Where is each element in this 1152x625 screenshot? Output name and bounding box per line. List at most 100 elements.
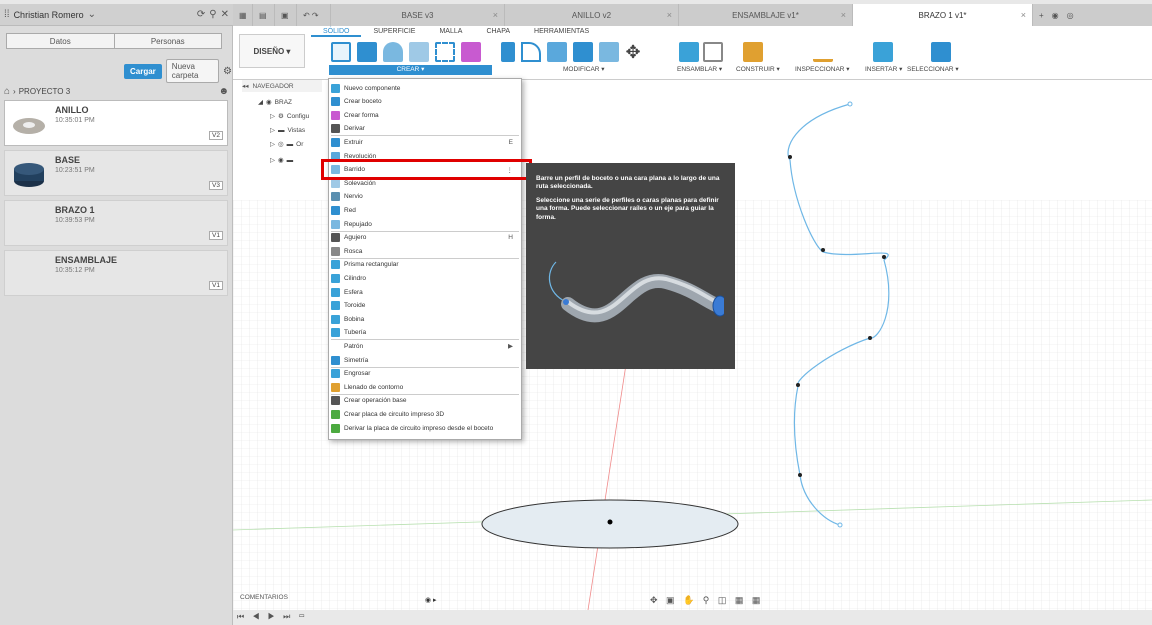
menu-item-patron[interactable]: Patrón ▶ [331,340,519,352]
select-dropdown[interactable]: SELECCIONAR ▾ [907,65,959,73]
expand-icon[interactable]: ▷ [270,140,275,148]
tab-chapa[interactable]: CHAPA [474,28,522,37]
browser-item-views[interactable]: ▷ ▬ Vistas [270,126,305,135]
menu-item-derivar[interactable]: Derivar [331,123,519,135]
close-icon[interactable]: × [841,10,846,20]
tab-anillo[interactable]: ANILLO v2 × [505,4,679,26]
menu-item-nuevo[interactable]: Nuevo componente [331,82,519,94]
offset-plane-icon[interactable] [743,42,763,62]
version-badge[interactable]: V1 [209,231,223,240]
menu-item-rosca[interactable]: Rosca [331,245,519,257]
new-sketch-icon[interactable] [331,42,351,62]
plus-icon[interactable]: + [1039,11,1044,20]
browser-item-sketches[interactable]: ▷ ◉ ▬ [270,156,293,165]
expand-icon[interactable]: ▷ [270,126,275,134]
menu-item-toroide[interactable]: Toroide [331,300,519,312]
close-icon[interactable]: × [1021,10,1026,20]
browser-item-origin[interactable]: ▷ ◎ ▬ Or [270,140,303,149]
online-icon[interactable]: ◉ [1052,11,1059,20]
pattern-icon[interactable] [435,42,455,62]
tab-brazo[interactable]: BRAZO 1 v1* × [853,4,1033,26]
comments-toggle-icon[interactable]: ◉ ▸ [425,596,437,604]
menu-item-esfera[interactable]: Esfera [331,286,519,298]
file-card-ensamblaje[interactable]: ENSAMBLAJE 10:35:12 PM V1 [4,250,228,296]
new-component-icon[interactable] [679,42,699,62]
menu-item-agujero[interactable]: Agujero H [331,232,519,244]
inspect-dropdown[interactable]: INSPECCIONAR ▾ [795,65,850,73]
menu-item-repujado[interactable]: Repujado [331,218,519,230]
home-icon[interactable]: ⌂ [4,86,10,97]
browser-item-settings[interactable]: ▷ ⚙ Configu [270,112,309,121]
new-folder-button[interactable]: Nueva carpeta [165,59,220,83]
eye-icon[interactable]: ◉ [266,98,272,106]
members-icon[interactable]: ☻ [218,86,229,97]
file-card-base[interactable]: BASE 10:23:51 PM V3 [4,150,228,196]
press-pull-icon[interactable] [501,42,515,62]
browser-header[interactable]: ◂◂ NAVEGADOR [242,80,322,92]
insert-image-icon[interactable] [873,42,893,62]
menu-item-crear[interactable]: Crear forma [331,109,519,121]
tab-malla[interactable]: MALLA [427,28,474,37]
extrude-icon[interactable] [357,42,377,62]
menu-item-cilindro[interactable]: Cilindro [331,272,519,284]
revolve-icon[interactable] [383,42,403,62]
chevron-down-icon[interactable]: ⌄ [88,9,96,20]
project-name[interactable]: PROYECTO 3 [19,87,70,96]
menu-item-nervio[interactable]: Nervio [331,191,519,203]
tab-herramientas[interactable]: HERRAMIENTAS [522,28,601,37]
workspace-switcher[interactable]: DISEÑO ▾ [239,34,305,68]
menu-item-simetria[interactable]: Simetría [331,354,519,366]
file-menu-icon[interactable]: ▤ [253,4,275,26]
gear-icon[interactable]: ⚙ [223,66,232,77]
tab-datos[interactable]: Datos [7,34,114,48]
combine-icon[interactable] [573,42,593,62]
split-icon[interactable] [599,42,619,62]
notifications-icon[interactable]: ◎ [1067,11,1074,20]
browser-root[interactable]: ◢ ◉ BRAZ [258,98,292,107]
close-icon[interactable]: × [667,10,672,20]
fillet-icon[interactable] [521,42,541,62]
menu-item-bobina[interactable]: Bobina [331,313,519,325]
form-icon[interactable] [461,42,481,62]
apps-grid-icon[interactable]: ⁞⁞ [4,9,10,20]
menu-item-crear[interactable]: Crear boceto [331,96,519,108]
tab-superficie[interactable]: SUPERFICIE [361,28,427,37]
save-icon[interactable]: ▣ [275,4,297,26]
modify-dropdown[interactable]: MODIFICAR ▾ [563,65,605,73]
close-icon[interactable]: × [493,10,498,20]
menu-item-llenado[interactable]: Llenado de contorno [331,381,519,393]
eye-icon[interactable]: ◉ [278,156,284,164]
timeline-controls-icon[interactable]: ⏮ ◀ ▶ ⏭ ▭ [237,612,308,622]
menu-item-engrosar[interactable]: Engrosar [331,368,519,380]
menu-item-derivar[interactable]: Derivar la placa de circuito impreso des… [331,422,519,434]
insert-dropdown[interactable]: INSERTAR ▾ [865,65,902,73]
version-badge[interactable]: V2 [209,131,223,140]
joint-icon[interactable] [703,42,723,62]
file-card-brazo[interactable]: BRAZO 1 10:39:53 PM V1 [4,200,228,246]
eye-icon[interactable]: ◎ [278,140,284,148]
load-button[interactable]: Cargar [124,63,162,79]
menu-item-red[interactable]: Red [331,204,519,216]
search-icon[interactable]: ⚲ [209,9,216,20]
expand-icon[interactable]: ▷ [270,112,275,120]
undo-redo-icon[interactable]: ↶ ↷ [297,4,331,26]
menu-item-crear[interactable]: Crear placa de circuito impreso 3D [331,408,519,420]
collapse-icon[interactable]: ◂◂ [242,82,249,90]
version-badge[interactable]: V3 [209,181,223,190]
create-dropdown[interactable]: CREAR ▾ [329,65,492,75]
app-menu-icon[interactable]: ▦ [233,4,253,26]
menu-item-extruir[interactable]: Extruir E [331,136,519,148]
select-icon[interactable] [931,42,951,62]
construct-dropdown[interactable]: CONSTRUIR ▾ [736,65,780,73]
user-name[interactable]: Christian Romero [14,10,84,20]
tab-base[interactable]: BASE v3 × [331,4,505,26]
navigation-bar[interactable]: ✥ ▣ ✋ ⚲ ◫ ▦ ▦ [650,595,763,606]
close-icon[interactable]: ✕ [221,9,229,20]
tab-solido[interactable]: SÓLIDO [311,28,362,37]
comments-label[interactable]: COMENTARIOS [240,594,288,601]
expand-icon[interactable]: ▷ [270,156,275,164]
expand-icon[interactable]: ◢ [258,98,263,106]
tab-personas[interactable]: Personas [113,34,222,48]
shell-icon[interactable] [547,42,567,62]
menu-item-tuberia[interactable]: Tubería [331,327,519,339]
